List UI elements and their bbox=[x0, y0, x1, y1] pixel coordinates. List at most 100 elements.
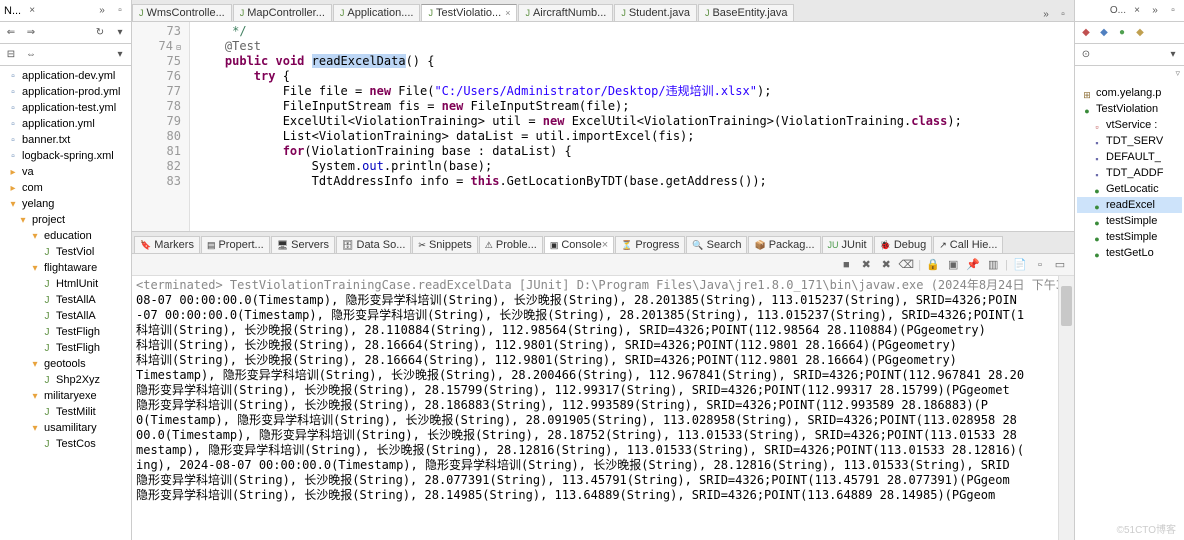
more-icon[interactable]: » bbox=[1148, 4, 1162, 18]
editor-tab[interactable]: JTestViolatio...× bbox=[421, 4, 517, 21]
code-line[interactable]: @Test bbox=[196, 39, 1068, 54]
tree-item[interactable]: ▸com bbox=[2, 180, 129, 196]
stop-all-icon[interactable]: ✖ bbox=[858, 257, 874, 273]
code-line[interactable]: System.out.println(base); bbox=[196, 159, 1068, 174]
outline-item[interactable]: ●testGetLo bbox=[1077, 245, 1182, 261]
outline-item[interactable]: ●GetLocatic bbox=[1077, 181, 1182, 197]
view-menu-icon[interactable]: ▾ bbox=[113, 48, 127, 62]
view-tab-packag[interactable]: 📦Packag... bbox=[748, 236, 820, 253]
code-line[interactable]: List<ViolationTraining> dataList = util.… bbox=[196, 129, 1068, 144]
sort-icon[interactable]: ◆ bbox=[1079, 26, 1093, 40]
tree-item[interactable]: ▾militaryexe bbox=[2, 388, 129, 404]
tree-item[interactable]: JTestMilit bbox=[2, 404, 129, 420]
view-menu-icon[interactable]: ▾ bbox=[1166, 48, 1180, 62]
minimize-icon[interactable]: ▫ bbox=[113, 4, 127, 18]
console-output[interactable]: <terminated> TestViolationTrainingCase.r… bbox=[132, 276, 1074, 540]
outline-tab-label[interactable]: O... bbox=[1110, 5, 1126, 16]
tree-item[interactable]: JHtmlUnit bbox=[2, 276, 129, 292]
editor-tab[interactable]: JApplication.... bbox=[333, 4, 421, 21]
minimize-icon[interactable]: ▫ bbox=[1032, 257, 1048, 273]
tree-item[interactable]: ▾project bbox=[2, 212, 129, 228]
code-editor[interactable]: 7374⊟757677787980818283 */ @Test public … bbox=[132, 22, 1074, 232]
view-tab-snippets[interactable]: ✂Snippets bbox=[412, 236, 477, 253]
view-tab-junit[interactable]: JUJUnit bbox=[822, 236, 873, 253]
editor-tab[interactable]: JMapController... bbox=[233, 4, 332, 21]
code-line[interactable]: TdtAddressInfo info = this.GetLocationBy… bbox=[196, 174, 1068, 189]
close-tab-icon[interactable]: × bbox=[505, 8, 510, 18]
pin-icon[interactable]: 📌 bbox=[965, 257, 981, 273]
view-tab-proble[interactable]: ⚠Proble... bbox=[479, 236, 543, 253]
close-icon[interactable]: × bbox=[1130, 4, 1144, 18]
hide-fields-icon[interactable]: ◆ bbox=[1097, 26, 1111, 40]
code-line[interactable]: File file = new File("C:/Users/Administr… bbox=[196, 84, 1068, 99]
project-tree[interactable]: ▫application-dev.yml▫application-prod.ym… bbox=[0, 66, 131, 540]
tree-item[interactable]: ▾usamilitary bbox=[2, 420, 129, 436]
view-tab-servers[interactable]: 🖥Servers bbox=[271, 236, 335, 253]
maximize-icon[interactable]: ▭ bbox=[1052, 257, 1068, 273]
outline-item[interactable]: ▫vtService : bbox=[1077, 117, 1182, 133]
close-icon[interactable]: × bbox=[602, 239, 608, 251]
view-tab-propert[interactable]: ▤Propert... bbox=[201, 236, 270, 253]
link-editor-icon[interactable]: ⇔ bbox=[24, 48, 38, 62]
refresh-icon[interactable]: ↻ bbox=[93, 26, 107, 40]
minimize-icon[interactable]: ▫ bbox=[1166, 4, 1180, 18]
tree-item[interactable]: ▾geotools bbox=[2, 356, 129, 372]
tree-item[interactable]: JTestFligh bbox=[2, 340, 129, 356]
close-icon[interactable]: × bbox=[25, 4, 39, 18]
tree-item[interactable]: ▫application-dev.yml bbox=[2, 68, 129, 84]
more-tabs-icon[interactable]: » bbox=[1039, 7, 1053, 21]
tree-item[interactable]: JTestCos bbox=[2, 436, 129, 452]
tree-item[interactable]: JTestAllA bbox=[2, 308, 129, 324]
more-icon[interactable]: » bbox=[95, 4, 109, 18]
view-tab-markers[interactable]: 🔖Markers bbox=[134, 236, 200, 253]
code-line[interactable]: try { bbox=[196, 69, 1068, 84]
maximize-icon[interactable]: ▫ bbox=[1056, 7, 1070, 21]
hide-static-icon[interactable]: ● bbox=[1115, 26, 1129, 40]
back-icon[interactable]: ⇐ bbox=[4, 26, 18, 40]
tree-item[interactable]: ▫banner.txt bbox=[2, 132, 129, 148]
collapse-all-icon[interactable]: ⊟ bbox=[4, 48, 18, 62]
outline-item[interactable]: ●readExcel bbox=[1077, 197, 1182, 213]
tree-item[interactable]: ▾education bbox=[2, 228, 129, 244]
outline-tree[interactable]: ⊞com.yelang.p●TestViolation▫vtService :▪… bbox=[1075, 81, 1184, 540]
remove-all-icon[interactable]: ⌫ bbox=[898, 257, 914, 273]
tree-item[interactable]: ▫application-test.yml bbox=[2, 100, 129, 116]
hide-non-public-icon[interactable]: ◆ bbox=[1133, 26, 1147, 40]
outline-item[interactable]: ●testSimple bbox=[1077, 213, 1182, 229]
display-icon[interactable]: ▥ bbox=[985, 257, 1001, 273]
code-line[interactable]: for(ViolationTraining base : dataList) { bbox=[196, 144, 1068, 159]
tree-item[interactable]: JTestAllA bbox=[2, 292, 129, 308]
tree-item[interactable]: ▫application-prod.yml bbox=[2, 84, 129, 100]
tree-item[interactable]: JTestFligh bbox=[2, 324, 129, 340]
tree-item[interactable]: JShp2Xyz bbox=[2, 372, 129, 388]
outline-item[interactable]: ▪DEFAULT_ bbox=[1077, 149, 1182, 165]
code-line[interactable]: FileInputStream fis = new FileInputStrea… bbox=[196, 99, 1068, 114]
tree-item[interactable]: ▸va bbox=[2, 164, 129, 180]
code-line[interactable]: ExcelUtil<ViolationTraining> util = new … bbox=[196, 114, 1068, 129]
menu-icon[interactable]: ▾ bbox=[113, 26, 127, 40]
focus-icon[interactable]: ⊙ bbox=[1079, 48, 1093, 62]
scroll-lock-icon[interactable]: 🔒 bbox=[925, 257, 941, 273]
view-tab-console[interactable]: ▣Console × bbox=[544, 236, 614, 253]
show-console-icon[interactable]: ▣ bbox=[945, 257, 961, 273]
editor-tab[interactable]: JWmsControlle... bbox=[132, 4, 232, 21]
code-line[interactable]: */ bbox=[196, 24, 1068, 39]
stop-icon[interactable]: ■ bbox=[838, 257, 854, 273]
view-tab-dataso[interactable]: 🗄Data So... bbox=[336, 236, 411, 253]
remove-icon[interactable]: ✖ bbox=[878, 257, 894, 273]
outline-item[interactable]: ●testSimple bbox=[1077, 229, 1182, 245]
code-line[interactable]: public void readExcelData() { bbox=[196, 54, 1068, 69]
editor-tab[interactable]: JAircraftNumb... bbox=[518, 4, 613, 21]
tree-item[interactable]: ▫logback-spring.xml bbox=[2, 148, 129, 164]
editor-tab[interactable]: JBaseEntity.java bbox=[698, 4, 795, 21]
tree-item[interactable]: ▫application.yml bbox=[2, 116, 129, 132]
outline-item[interactable]: ▪TDT_SERV bbox=[1077, 133, 1182, 149]
console-scrollbar[interactable] bbox=[1058, 276, 1074, 540]
tree-item[interactable]: ▾flightaware bbox=[2, 260, 129, 276]
outline-item[interactable]: ●TestViolation bbox=[1077, 101, 1182, 117]
view-tab-search[interactable]: 🔍Search bbox=[686, 236, 747, 253]
tree-item[interactable]: ▾yelang bbox=[2, 196, 129, 212]
tree-item[interactable]: JTestViol bbox=[2, 244, 129, 260]
editor-tab[interactable]: JStudent.java bbox=[614, 4, 697, 21]
outline-item[interactable]: ⊞com.yelang.p bbox=[1077, 85, 1182, 101]
